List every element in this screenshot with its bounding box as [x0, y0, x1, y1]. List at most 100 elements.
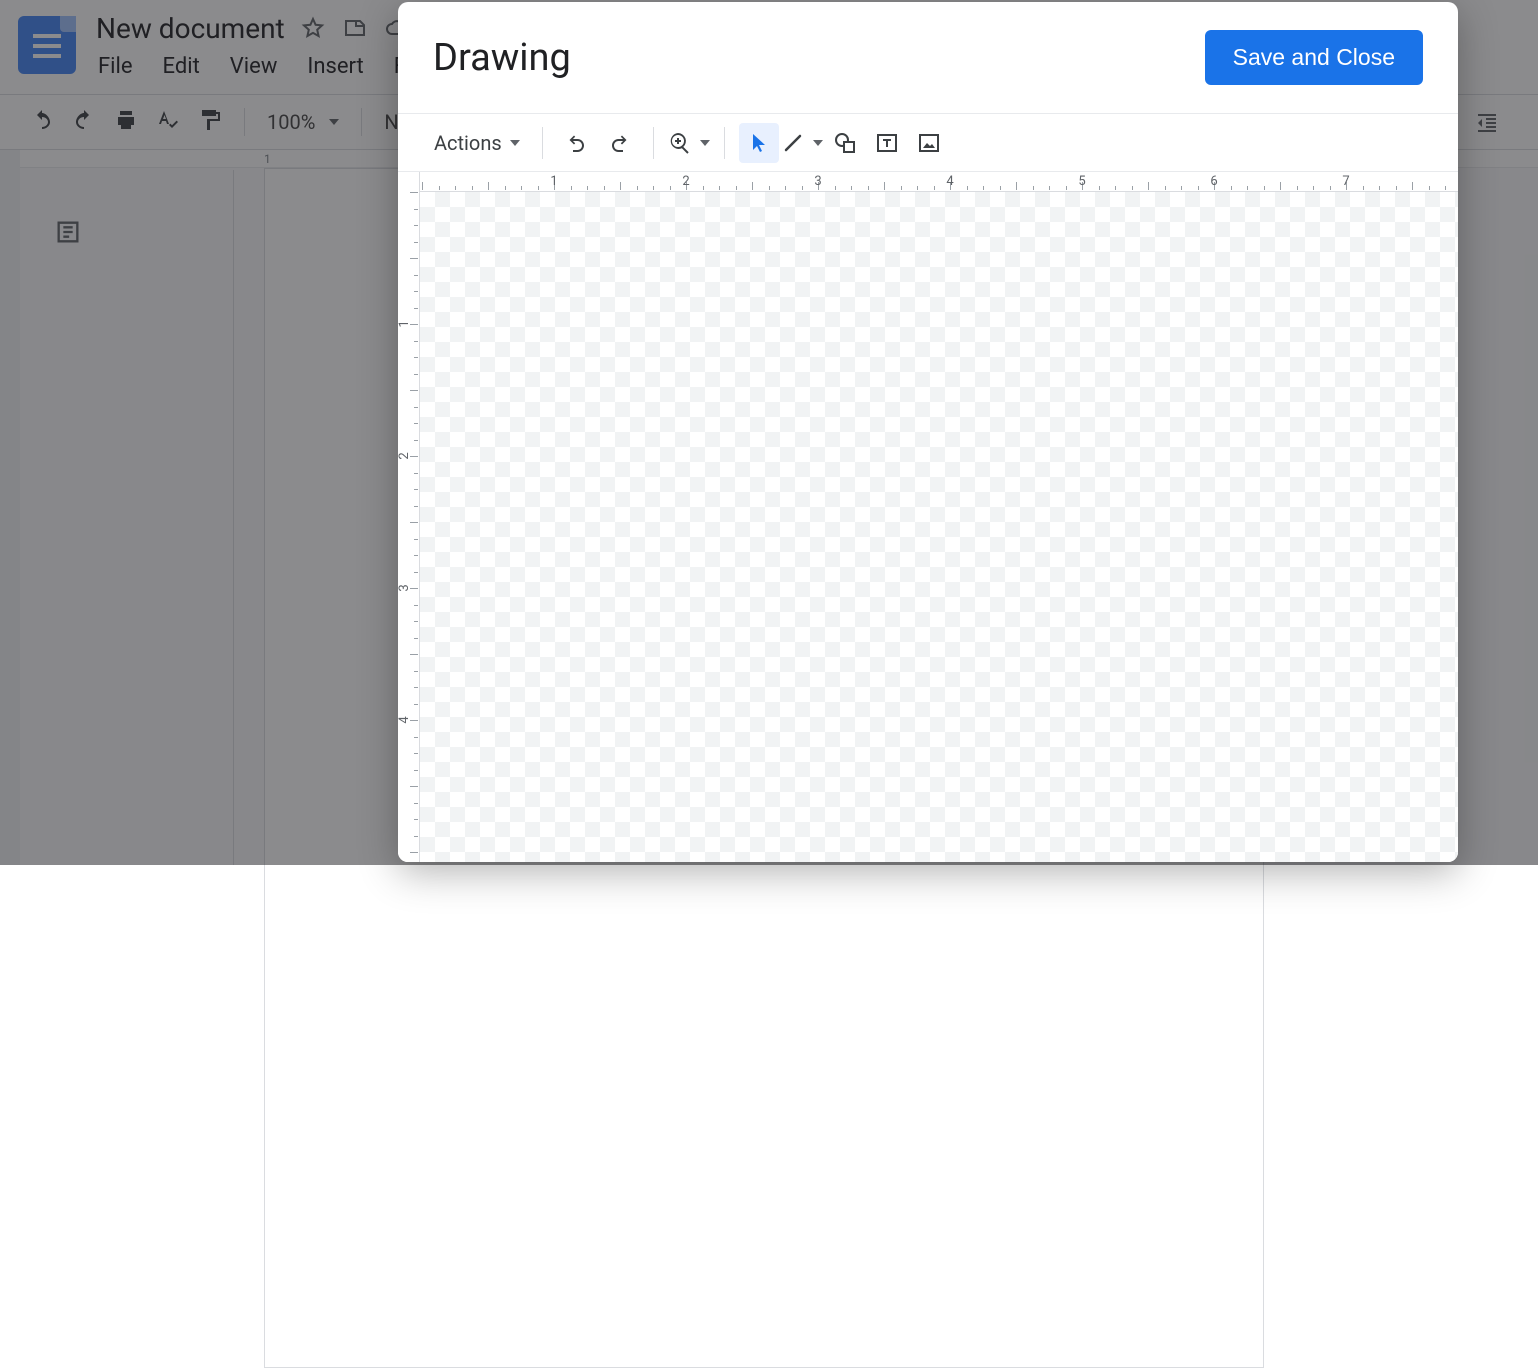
ruler-tick	[769, 186, 770, 190]
ruler-tick	[1231, 186, 1232, 190]
separator	[724, 127, 725, 159]
line-tool[interactable]	[781, 123, 823, 163]
ruler-tick	[917, 186, 918, 190]
ruler-tick	[1313, 186, 1314, 190]
ruler-tick	[414, 209, 418, 210]
ruler-tick	[1115, 186, 1116, 190]
ruler-label: 3	[814, 174, 821, 189]
ruler-tick	[410, 390, 418, 391]
ruler-tick	[983, 186, 984, 190]
ruler-tick	[1412, 182, 1413, 190]
select-tool[interactable]	[739, 123, 779, 163]
ruler-tick	[571, 186, 572, 190]
ruler-label: 1	[550, 174, 557, 189]
ruler-label: 2	[682, 174, 689, 189]
ruler-tick	[414, 555, 418, 556]
ruler-tick	[414, 308, 418, 309]
ruler-tick	[414, 770, 418, 771]
ruler-tick	[934, 186, 935, 190]
drawing-v-ruler[interactable]: 1 2 3 4	[398, 172, 420, 862]
ruler-label: 4	[398, 716, 412, 723]
actions-menu[interactable]: Actions	[426, 123, 528, 163]
ruler-tick	[414, 572, 418, 573]
textbox-tool[interactable]	[867, 123, 907, 163]
ruler-tick	[414, 242, 418, 243]
ruler-tick	[410, 192, 418, 193]
ruler-tick	[521, 186, 522, 190]
ruler-tick	[414, 638, 418, 639]
ruler-tick	[1000, 186, 1001, 190]
chevron-down-icon	[510, 140, 520, 146]
ruler-tick	[414, 473, 418, 474]
ruler-tick	[410, 852, 418, 853]
ruler-tick	[414, 225, 418, 226]
drawing-canvas[interactable]	[420, 192, 1458, 862]
ruler-tick	[752, 182, 753, 190]
ruler-tick	[785, 186, 786, 190]
ruler-tick	[868, 186, 869, 190]
ruler-tick	[1429, 186, 1430, 190]
drawing-h-ruler[interactable]: 1 2 3 4 5 6 7	[420, 172, 1458, 192]
ruler-label: 6	[1210, 174, 1217, 189]
ruler-tick	[414, 539, 418, 540]
ruler-tick	[736, 186, 737, 190]
ruler-tick	[1247, 186, 1248, 190]
ruler-tick	[422, 182, 423, 190]
ruler-tick	[1297, 186, 1298, 190]
ruler-tick	[414, 836, 418, 837]
ruler-tick	[414, 374, 418, 375]
ruler-tick	[414, 605, 418, 606]
ruler-tick	[414, 407, 418, 408]
ruler-tick	[1280, 182, 1281, 190]
ruler-tick	[410, 258, 418, 259]
ruler-tick	[410, 786, 418, 787]
ruler-tick	[1049, 186, 1050, 190]
ruler-tick	[670, 186, 671, 190]
ruler-tick	[1363, 186, 1364, 190]
ruler-tick	[653, 186, 654, 190]
ruler-tick	[719, 186, 720, 190]
ruler-tick	[604, 186, 605, 190]
ruler-label: 2	[398, 452, 412, 459]
ruler-tick	[1132, 186, 1133, 190]
ruler-tick	[1165, 186, 1166, 190]
redo-button[interactable]	[599, 123, 639, 163]
ruler-tick	[802, 186, 803, 190]
drawing-toolbar: Actions	[398, 114, 1458, 172]
ruler-label: 4	[946, 174, 953, 189]
ruler-tick	[1330, 186, 1331, 190]
ruler-tick	[414, 621, 418, 622]
ruler-tick	[620, 182, 621, 190]
ruler-tick	[1396, 186, 1397, 190]
ruler-tick	[410, 522, 418, 523]
ruler-tick	[1181, 186, 1182, 190]
ruler-tick	[414, 704, 418, 705]
ruler-tick	[455, 186, 456, 190]
ruler-tick	[410, 654, 418, 655]
ruler-tick	[1379, 186, 1380, 190]
ruler-tick	[884, 182, 885, 190]
drawing-modal: Drawing Save and Close Actions	[398, 2, 1458, 862]
ruler-tick	[414, 687, 418, 688]
ruler-label: 1	[398, 320, 412, 327]
ruler-tick	[1066, 186, 1067, 190]
ruler-tick	[538, 186, 539, 190]
ruler-tick	[414, 819, 418, 820]
ruler-label: 5	[1078, 174, 1085, 189]
ruler-tick	[637, 186, 638, 190]
ruler-tick	[472, 186, 473, 190]
ruler-tick	[414, 803, 418, 804]
ruler-label: 3	[398, 584, 412, 591]
ruler-tick	[414, 275, 418, 276]
undo-button[interactable]	[557, 123, 597, 163]
ruler-tick	[1148, 182, 1149, 190]
ruler-label: 7	[1342, 174, 1349, 189]
zoom-button[interactable]	[668, 123, 710, 163]
shape-tool[interactable]	[825, 123, 865, 163]
ruler-tick	[1099, 186, 1100, 190]
ruler-tick	[488, 182, 489, 190]
ruler-tick	[1264, 186, 1265, 190]
image-tool[interactable]	[909, 123, 949, 163]
ruler-tick	[587, 186, 588, 190]
save-and-close-button[interactable]: Save and Close	[1205, 30, 1423, 85]
